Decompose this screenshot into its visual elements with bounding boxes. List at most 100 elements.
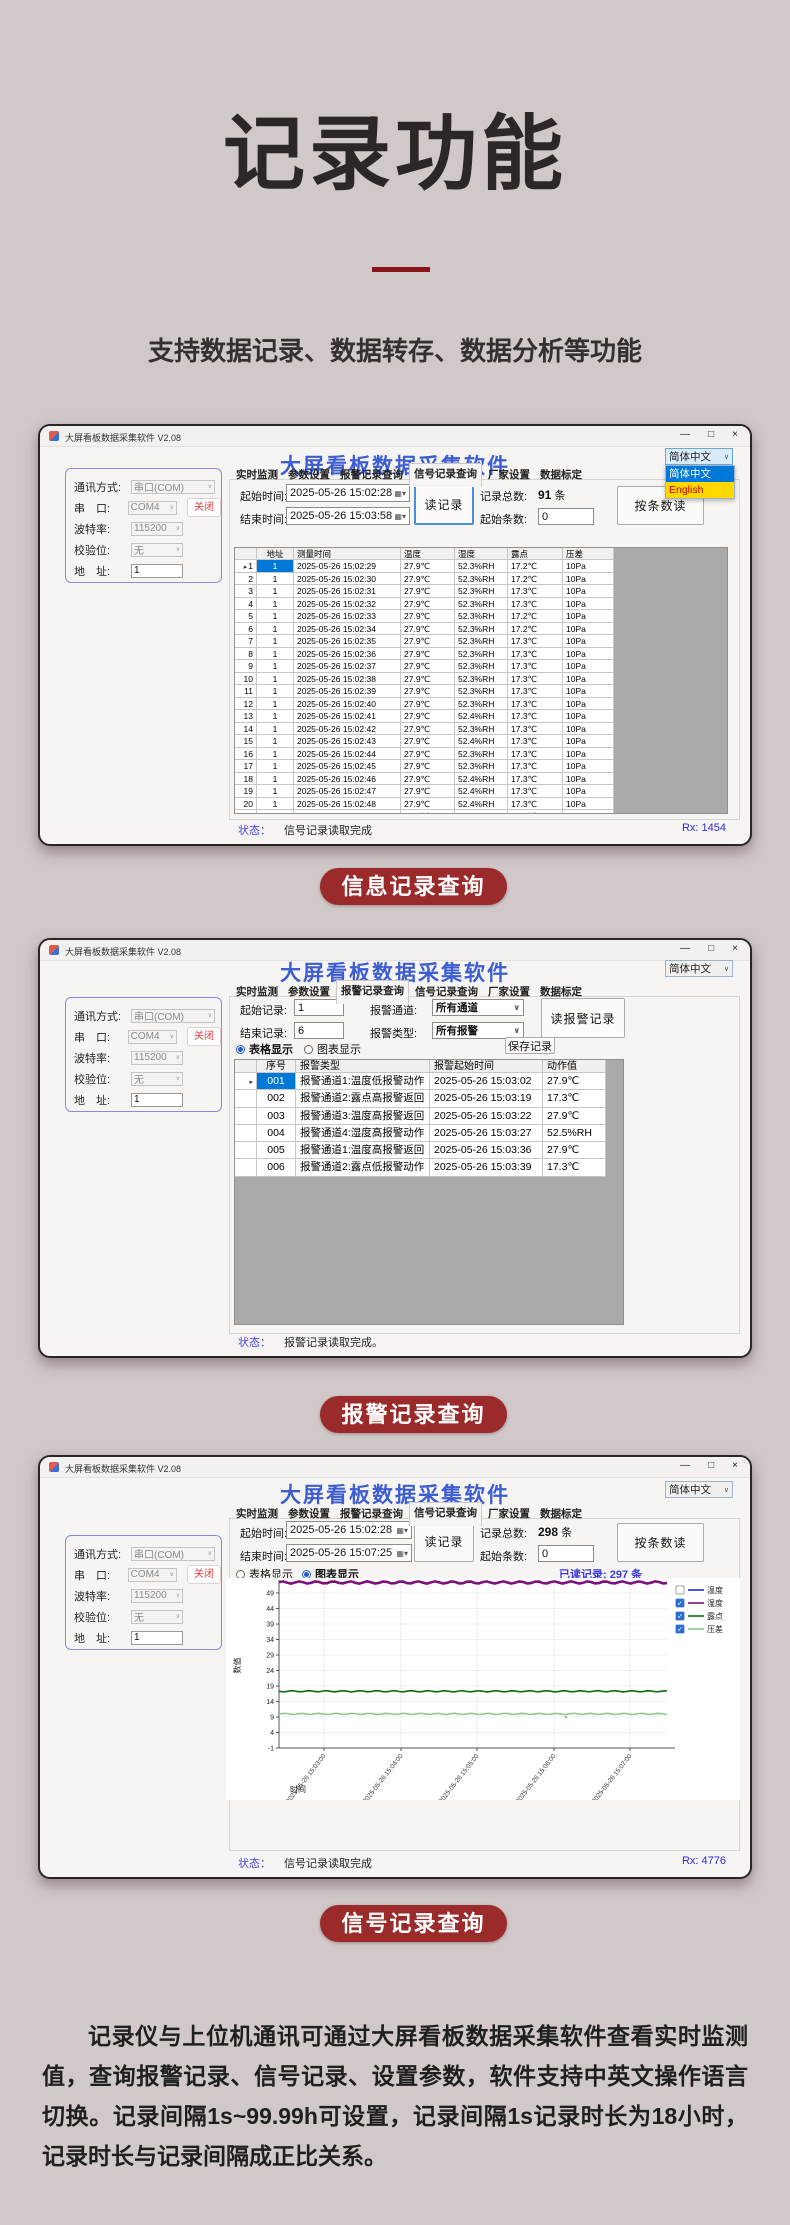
calendar-icon[interactable]: ▦▾ [396, 1526, 408, 1535]
table-row[interactable]: 003报警通道3:温度高报警返回2025-05-26 15:03:2227.9℃ [235, 1108, 623, 1125]
address-input[interactable]: 1 [131, 1631, 183, 1645]
table-row[interactable]: 006报警通道2:露点低报警动作2025-05-26 15:03:3917.3℃ [235, 1159, 623, 1176]
tab-2[interactable]: 报警记录查询 [336, 465, 407, 485]
end-time-input[interactable]: 2025-05-26 15:03:58 ▦▾ [286, 507, 410, 525]
tab-4[interactable]: 厂家设置 [484, 982, 534, 1002]
table-row[interactable]: 1612025-05-26 15:02:4427.9℃52.3%RH17.3℃1… [235, 748, 727, 761]
maximize-button[interactable]: □ [708, 1460, 714, 1471]
language-select[interactable]: 简体中文 ∨ [665, 1481, 733, 1498]
table-row[interactable]: 2012025-05-26 15:02:4827.9℃52.4%RH17.3℃1… [235, 798, 727, 811]
select-field[interactable]: 115200∨ [131, 1051, 183, 1065]
signal-records-table[interactable]: 地址测量时间温度湿度露点压差▸112025-05-26 15:02:2927.9… [234, 547, 728, 814]
calendar-icon[interactable]: ▦▾ [394, 489, 406, 498]
language-option-english[interactable]: English [666, 482, 734, 498]
table-row[interactable]: 312025-05-26 15:02:3127.9℃52.3%RH17.3℃10… [235, 585, 727, 598]
table-row[interactable]: 612025-05-26 15:02:3427.9℃52.3%RH17.2℃10… [235, 623, 727, 636]
tab-1[interactable]: 参数设置 [284, 982, 334, 1002]
table-row[interactable]: 712025-05-26 15:02:3527.9℃52.3%RH17.3℃10… [235, 635, 727, 648]
table-display-radio[interactable]: 表格显示 [236, 1041, 293, 1057]
table-row[interactable]: 1212025-05-26 15:02:4027.9℃52.3%RH17.3℃1… [235, 698, 727, 711]
start-time-input[interactable]: 2025-05-26 15:02:28 ▦▾ [286, 484, 410, 502]
signal-chart[interactable]: -14914192429343944492025-05-26 15:03:002… [226, 1578, 740, 1800]
tab-0[interactable]: 实时监测 [232, 982, 282, 1002]
table-row[interactable]: 1712025-05-26 15:02:4527.9℃52.3%RH17.3℃1… [235, 760, 727, 773]
tab-5[interactable]: 数据标定 [536, 982, 586, 1002]
table-row[interactable]: 1012025-05-26 15:02:3827.9℃52.3%RH17.3℃1… [235, 673, 727, 686]
tab-3[interactable]: 信号记录查询 [409, 463, 482, 487]
table-row[interactable]: 1112025-05-26 15:02:3927.9℃52.3%RH17.3℃1… [235, 685, 727, 698]
close-port-button[interactable]: 关闭 [187, 498, 221, 517]
tab-3[interactable]: 信号记录查询 [411, 982, 482, 1002]
read-records-button[interactable]: 读记录 [414, 484, 474, 525]
table-row[interactable]: ▸112025-05-26 15:02:2927.9℃52.3%RH17.2℃1… [235, 560, 727, 573]
table-row[interactable]: 004报警通道4:湿度高报警动作2025-05-26 15:03:2752.5%… [235, 1125, 623, 1142]
close-port-button[interactable]: 关闭 [187, 1565, 221, 1584]
tab-2[interactable]: 报警记录查询 [336, 1504, 407, 1524]
tab-4[interactable]: 厂家设置 [484, 465, 534, 485]
table-row[interactable]: 1312025-05-26 15:02:4127.9℃52.4%RH17.3℃1… [235, 710, 727, 723]
address-input[interactable]: 1 [131, 1093, 183, 1107]
tab-1[interactable]: 参数设置 [284, 465, 334, 485]
table-row[interactable]: 005报警通道1:温度高报警返回2025-05-26 15:03:3627.9℃ [235, 1142, 623, 1159]
close-icon[interactable]: × [732, 429, 738, 440]
save-records-button[interactable]: 保存记录 [505, 1037, 555, 1054]
minimize-button[interactable]: — [680, 943, 690, 954]
table-row[interactable]: 1512025-05-26 15:02:4327.9℃52.4%RH17.3℃1… [235, 735, 727, 748]
table-row[interactable]: 1812025-05-26 15:02:4627.9℃52.4%RH17.3℃1… [235, 773, 727, 786]
tab-4[interactable]: 厂家设置 [484, 1504, 534, 1524]
table-row[interactable]: 1412025-05-26 15:02:4227.9℃52.3%RH17.3℃1… [235, 723, 727, 736]
select-field[interactable]: 115200∨ [131, 522, 183, 536]
select-field[interactable]: COM4∨ [128, 501, 177, 515]
chart-display-radio[interactable]: 图表显示 [304, 1041, 361, 1057]
tab-5[interactable]: 数据标定 [536, 465, 586, 485]
table-row[interactable]: 412025-05-26 15:02:3227.9℃52.3%RH17.3℃10… [235, 598, 727, 611]
language-select[interactable]: 简体中文 ∨ [665, 960, 733, 977]
tab-1[interactable]: 参数设置 [284, 1504, 334, 1524]
alarm-records-table[interactable]: 序号报警类型报警起始时间动作值▸001报警通道1:温度低报警动作2025-05-… [234, 1059, 624, 1325]
close-icon[interactable]: × [732, 1460, 738, 1471]
close-icon[interactable]: × [732, 943, 738, 954]
maximize-button[interactable]: □ [708, 429, 714, 440]
select-field[interactable]: COM4∨ [128, 1568, 177, 1582]
tab-0[interactable]: 实时监测 [232, 465, 282, 485]
minimize-button[interactable]: — [680, 429, 690, 440]
close-port-button[interactable]: 关闭 [187, 1027, 221, 1046]
tab-3[interactable]: 信号记录查询 [409, 1502, 482, 1526]
window-title: 大屏看板数据采集软件 V2.08 [65, 431, 181, 444]
language-select[interactable]: 简体中文 ∨ [665, 448, 733, 465]
language-option-chinese[interactable]: 简体中文 [666, 466, 734, 482]
svg-text:24: 24 [266, 1668, 274, 1675]
select-field[interactable]: 串口(COM)∨ [131, 480, 215, 494]
tab-2[interactable]: 报警记录查询 [336, 980, 409, 1004]
read-by-count-button[interactable]: 按条数读 [617, 1523, 704, 1562]
select-field[interactable]: 无∨ [131, 1072, 183, 1086]
table-row[interactable]: 912025-05-26 15:02:3727.9℃52.3%RH17.3℃10… [235, 660, 727, 673]
start-index-input[interactable]: 0 [538, 508, 594, 525]
tab-5[interactable]: 数据标定 [536, 1504, 586, 1524]
address-input[interactable]: 1 [131, 564, 183, 578]
table-cell: 2025-05-26 15:02:48 [294, 798, 401, 811]
table-row[interactable]: 002报警通道2:露点高报警返回2025-05-26 15:03:1917.3℃ [235, 1090, 623, 1107]
table-row[interactable]: 212025-05-26 15:02:3027.9℃52.3%RH17.2℃10… [235, 573, 727, 586]
read-alarm-records-button[interactable]: 读报警记录 [541, 998, 625, 1038]
select-field[interactable]: 串口(COM)∨ [131, 1009, 215, 1023]
select-field[interactable]: 115200∨ [131, 1589, 183, 1603]
minimize-button[interactable]: — [680, 1460, 690, 1471]
table-row[interactable]: 1912025-05-26 15:02:4727.9℃52.4%RH17.3℃1… [235, 785, 727, 798]
end-record-input[interactable]: 6 [294, 1022, 344, 1039]
maximize-button[interactable]: □ [708, 943, 714, 954]
tab-0[interactable]: 实时监测 [232, 1504, 282, 1524]
select-field[interactable]: 串口(COM)∨ [131, 1547, 215, 1561]
select-field[interactable]: 无∨ [131, 543, 183, 557]
read-records-button[interactable]: 读记录 [414, 1521, 474, 1562]
select-field[interactable]: COM4∨ [128, 1030, 177, 1044]
table-cell: 52.3%RH [455, 673, 508, 686]
select-field[interactable]: 无∨ [131, 1610, 183, 1624]
table-row[interactable]: 512025-05-26 15:02:3327.9℃52.3%RH17.2℃10… [235, 610, 727, 623]
table-row[interactable]: ▸001报警通道1:温度低报警动作2025-05-26 15:03:0227.9… [235, 1073, 623, 1090]
calendar-icon[interactable]: ▦▾ [394, 512, 406, 521]
calendar-icon[interactable]: ▦▾ [396, 1549, 408, 1558]
start-index-input[interactable]: 0 [538, 1545, 594, 1562]
table-row[interactable]: 812025-05-26 15:02:3627.9℃52.3%RH17.3℃10… [235, 648, 727, 661]
end-time-input[interactable]: 2025-05-26 15:07:25 ▦▾ [286, 1544, 412, 1562]
